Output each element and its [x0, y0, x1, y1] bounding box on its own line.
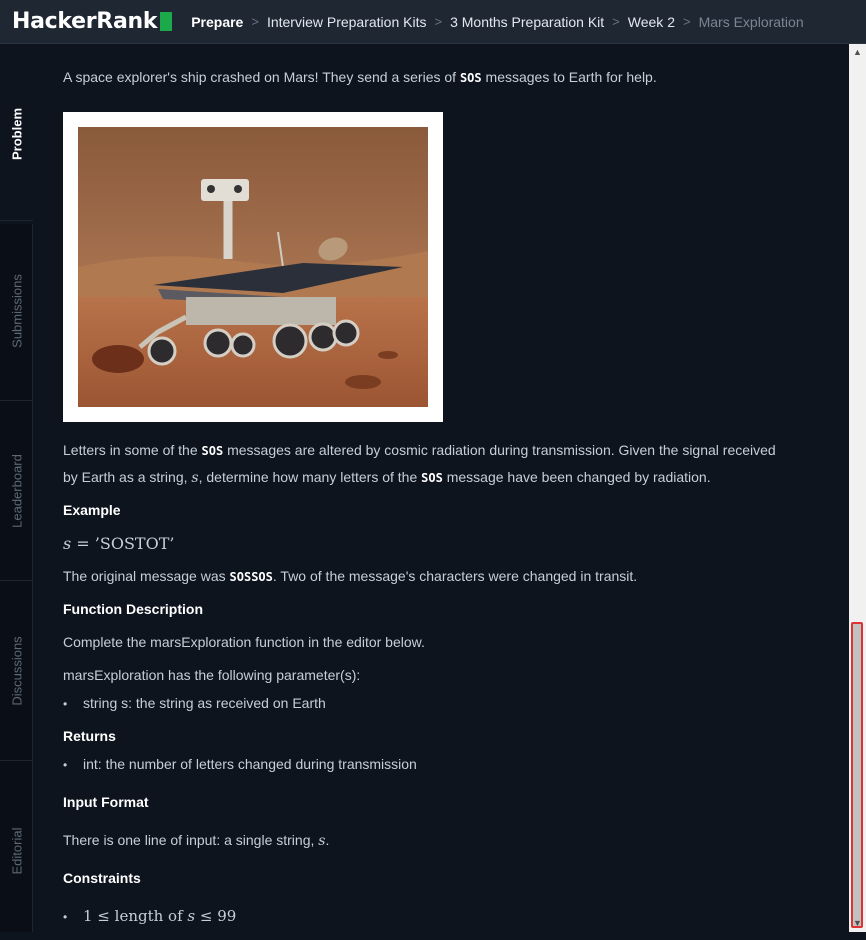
constraint-part: 1 ≤ length of	[83, 907, 188, 925]
scrollbar-thumb[interactable]	[851, 622, 863, 928]
problem-statement: A space explorer's ship crashed on Mars!…	[63, 44, 833, 932]
input-format-heading: Input Format	[63, 794, 149, 810]
parameters-intro: marsExploration has the following parame…	[63, 667, 361, 683]
breadcrumb-mars-exploration: Mars Exploration	[698, 13, 804, 30]
hackerrank-logo[interactable]: HackerRank	[12, 9, 173, 34]
tab-problem-label: Problem	[9, 107, 25, 161]
left-tab-sidebar: Problem Submissions Leaderboard Discussi…	[0, 44, 34, 932]
constraints-heading: Constraints	[63, 870, 141, 886]
input-text: There is one line of input: a single str…	[63, 832, 319, 848]
mars-rover-picture	[78, 127, 428, 407]
tab-leaderboard[interactable]: Leaderboard	[0, 400, 33, 580]
parameter-text: string s: the string as received on Eart…	[83, 695, 326, 711]
tab-submissions[interactable]: Submissions	[0, 220, 33, 400]
input-text: .	[325, 832, 330, 848]
list-item: • string s: the string as received on Ea…	[63, 689, 326, 718]
intro-text-part: A space explorer's ship crashed on Mars!…	[63, 69, 460, 85]
sos-code: SOS	[459, 71, 482, 85]
constraint-text: 1 ≤ length of s ≤ 99	[83, 902, 236, 930]
example-value: = ’SOSTOT’	[71, 534, 175, 553]
description-text: , determine how many letters of the	[198, 469, 422, 485]
math-variable-s: s	[63, 534, 72, 553]
returns-text: int: the number of letters changed durin…	[83, 756, 417, 772]
list-item: • 1 ≤ length of s ≤ 99	[63, 902, 236, 931]
bullet-icon: •	[63, 910, 68, 924]
tab-problem[interactable]: Problem	[0, 44, 34, 224]
description-text: messages are altered by cosmic radiation…	[223, 442, 776, 458]
tab-editorial[interactable]: Editorial	[0, 760, 33, 940]
original-text: The original message was	[63, 568, 230, 584]
logo-text: HackerRank	[12, 9, 158, 34]
description-text: message have been changed by radiation.	[442, 469, 711, 485]
example-formula: s = ’SOSTOT’	[63, 530, 174, 558]
bullet-icon: •	[63, 697, 68, 711]
tab-leaderboard-label: Leaderboard	[9, 453, 24, 528]
math-variable-s: s	[191, 470, 199, 486]
description-line-1: Letters in some of the SOS messages are …	[63, 436, 776, 465]
top-navigation-bar: HackerRank Prepare > Interview Preparati…	[0, 0, 866, 44]
tab-discussions[interactable]: Discussions	[0, 580, 33, 760]
breadcrumb-week-2[interactable]: Week 2	[628, 14, 675, 30]
intro-text-part: messages to Earth for help.	[481, 69, 657, 85]
chevron-right-icon: >	[682, 14, 691, 29]
scroll-down-arrow-icon[interactable]: ▼	[849, 915, 866, 932]
returns-heading: Returns	[63, 728, 116, 744]
breadcrumb-3-months-kit[interactable]: 3 Months Preparation Kit	[450, 14, 604, 30]
chevron-right-icon: >	[251, 14, 259, 29]
description-text: by Earth as a string,	[63, 469, 192, 485]
intro-text: A space explorer's ship crashed on Mars!…	[63, 63, 657, 92]
sossos-code: SOSSOS	[229, 570, 273, 584]
chevron-right-icon: >	[612, 14, 620, 29]
description-line-2: by Earth as a string, s, determine how m…	[63, 463, 711, 492]
breadcrumb: Prepare > Interview Preparation Kits > 3…	[191, 14, 803, 30]
scroll-up-arrow-icon[interactable]: ▲	[849, 44, 866, 61]
chevron-right-icon: >	[434, 14, 443, 29]
vertical-scrollbar[interactable]: ▲ ▼	[849, 44, 866, 932]
tab-discussions-label: Discussions	[9, 635, 24, 706]
bullet-icon: •	[63, 758, 68, 772]
math-variable-s: s	[187, 907, 196, 925]
breadcrumb-interview-preparation-kits[interactable]: Interview Preparation Kits	[267, 14, 427, 30]
mars-rover-image	[63, 112, 443, 422]
breadcrumb-prepare[interactable]: Prepare	[191, 14, 243, 30]
function-description-heading: Function Description	[63, 601, 203, 617]
original-text: . Two of the message's characters were c…	[272, 568, 638, 584]
description-text: Letters in some of the	[63, 442, 202, 458]
sos-code: SOS	[421, 471, 443, 485]
example-heading: Example	[63, 502, 121, 518]
tab-submissions-label: Submissions	[9, 273, 24, 348]
original-message-text: The original message was SOSSOS. Two of …	[63, 562, 637, 591]
function-description-text: Complete the marsExploration function in…	[63, 634, 425, 650]
input-format-text: There is one line of input: a single str…	[63, 826, 329, 855]
list-item: • int: the number of letters changed dur…	[63, 750, 417, 779]
sos-code: SOS	[201, 444, 224, 458]
tab-editorial-label: Editorial	[9, 827, 24, 874]
logo-mark-icon	[160, 12, 173, 31]
constraint-part: ≤ 99	[195, 907, 237, 925]
